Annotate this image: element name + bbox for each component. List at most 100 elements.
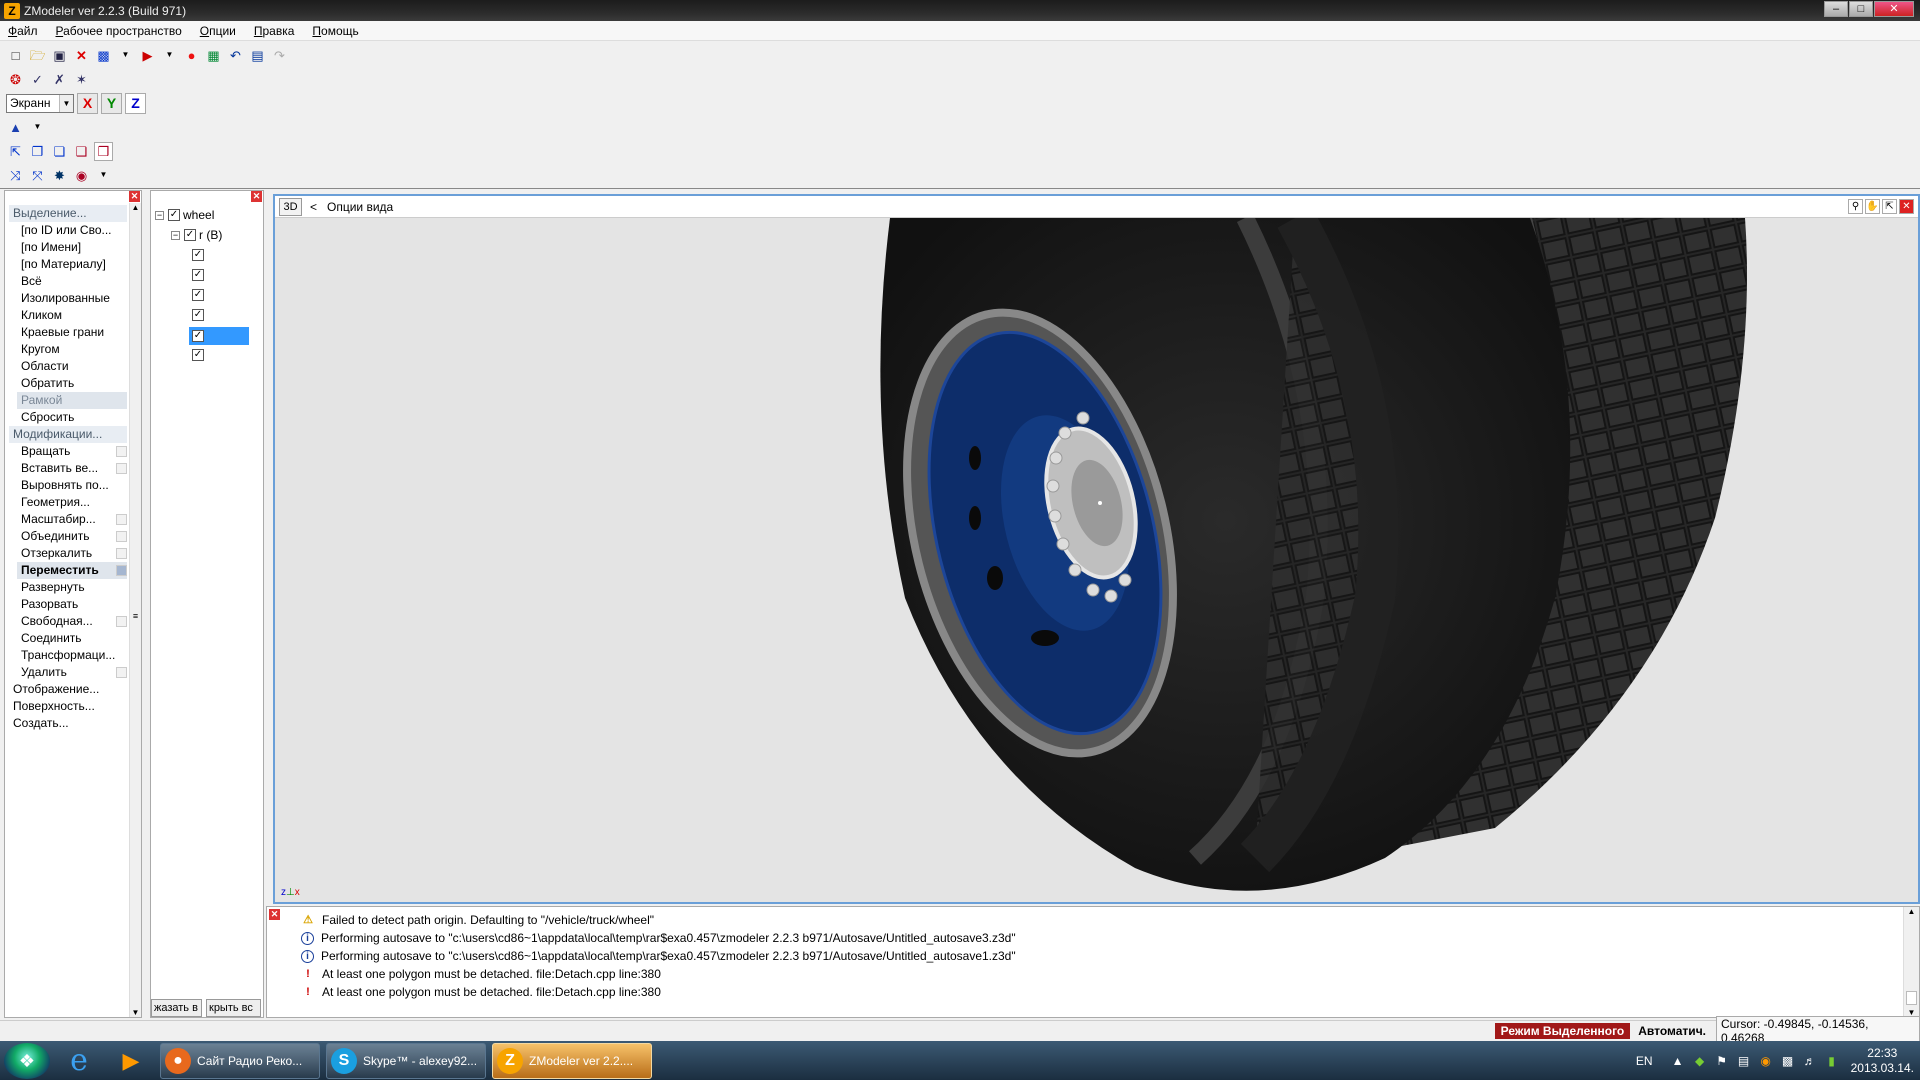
media-player-icon[interactable]: ▶ <box>108 1043 154 1079</box>
menu-workspace[interactable]: Рабочее пространство <box>56 24 182 38</box>
command-item[interactable]: Свободная... <box>7 613 127 630</box>
tree-leaf[interactable]: ✓ <box>189 327 249 345</box>
command-item[interactable]: Масштабир... <box>7 511 127 528</box>
export-icon[interactable]: ▶ <box>138 46 157 65</box>
undo-icon[interactable]: ↶ <box>226 46 245 65</box>
menu-edit[interactable]: Правка <box>254 24 295 38</box>
command-item[interactable]: Сбросить <box>7 409 127 426</box>
windows-start-icon[interactable]: ❖ <box>4 1042 50 1079</box>
new-file-icon[interactable]: □ <box>6 46 25 65</box>
scroll-up-icon[interactable]: ▲ <box>1904 907 1919 916</box>
command-item[interactable]: Выделение... <box>9 205 127 222</box>
hide-all-button[interactable]: крыть вс <box>206 999 261 1017</box>
menu-file[interactable]: Файл <box>8 24 38 38</box>
menu-options[interactable]: Опции <box>200 24 236 38</box>
tree-leaf[interactable]: ✓ <box>189 287 249 303</box>
scroll-down-icon[interactable]: ▼ <box>130 1008 141 1017</box>
dropdown-icon[interactable]: ▼ <box>94 166 113 185</box>
selection-mode-badge[interactable]: Режим Выделенного <box>1494 1023 1631 1039</box>
command-item[interactable]: Отзеркалить <box>7 545 127 562</box>
command-item[interactable]: Области <box>7 358 127 375</box>
checkbox-icon[interactable]: ✓ <box>192 309 204 321</box>
view-mode-button[interactable]: 3D <box>279 197 302 216</box>
flag-icon[interactable]: ⚑ <box>1715 1054 1729 1068</box>
tree-node-child[interactable]: − ✓ r (B) <box>171 227 222 243</box>
view-options-link[interactable]: Опции вида <box>327 200 393 214</box>
command-item[interactable]: Кругом <box>7 341 127 358</box>
magnet-icon[interactable]: ❂ <box>6 70 25 89</box>
show-hidden-icons-icon[interactable]: ▲ <box>1671 1054 1685 1068</box>
log-line[interactable]: ! At least one polygon must be detached. … <box>301 965 1016 983</box>
axis-y-toggle[interactable]: Y <box>101 92 122 114</box>
select-tool-icon[interactable]: ⤨ <box>6 166 25 185</box>
command-item[interactable]: [по ID или Сво... <box>7 222 127 239</box>
checkbox-icon[interactable]: ✓ <box>192 289 204 301</box>
coordinate-system-select[interactable]: Экранн ▼ <box>6 93 74 113</box>
snap-edge-icon[interactable]: ✗ <box>50 70 69 89</box>
dropdown-icon[interactable]: ▼ <box>116 46 135 65</box>
nvidia-icon[interactable]: ◆ <box>1693 1054 1707 1068</box>
pan-hand-icon[interactable]: ✋ <box>1865 199 1880 214</box>
commands-scrollbar[interactable]: ▲ ≡ ▼ <box>129 203 141 1017</box>
command-item[interactable]: Трансформаци... <box>7 647 127 664</box>
object-mode-icon[interactable]: ❑ <box>72 142 91 161</box>
clock[interactable]: 22:33 2013.03.14. <box>1851 1046 1914 1076</box>
record-icon[interactable]: ● <box>182 46 201 65</box>
checkbox-icon[interactable]: ✓ <box>168 209 180 221</box>
save-icon[interactable]: ▣ <box>50 46 69 65</box>
scroll-thumb[interactable]: ≡ <box>130 611 141 621</box>
dropdown-icon[interactable]: ▼ <box>160 46 179 65</box>
scroll-thumb[interactable] <box>1906 991 1917 1005</box>
language-indicator[interactable]: EN <box>1636 1054 1653 1068</box>
checkbox-icon[interactable]: ✓ <box>192 330 204 342</box>
command-item[interactable]: Удалить <box>7 664 127 681</box>
command-item[interactable]: Модификации... <box>9 426 127 443</box>
options-icon[interactable] <box>116 667 127 678</box>
delete-icon[interactable]: ✕ <box>72 46 91 65</box>
command-item[interactable]: Вращать <box>7 443 127 460</box>
grid-icon[interactable]: ▦ <box>204 46 223 65</box>
network-icon[interactable]: ▩ <box>1781 1054 1795 1068</box>
document-icon[interactable]: ▤ <box>248 46 267 65</box>
log-line[interactable]: i Performing autosave to "c:\users\cd86~1… <box>301 947 1016 965</box>
face-mode-icon[interactable]: ❏ <box>50 142 69 161</box>
command-item[interactable]: [по Имени] <box>7 239 127 256</box>
options-icon[interactable] <box>116 565 127 576</box>
scroll-up-icon[interactable]: ▲ <box>130 203 141 212</box>
open-folder-icon[interactable]: 🗁 <box>28 46 47 65</box>
command-item[interactable]: Создать... <box>9 715 127 732</box>
command-item[interactable]: Отображение... <box>9 681 127 698</box>
tree-leaf[interactable]: ✓ <box>189 307 249 323</box>
close-icon[interactable]: ✕ <box>251 191 262 202</box>
options-icon[interactable] <box>116 548 127 559</box>
command-item[interactable]: Кликом <box>7 307 127 324</box>
volume-icon[interactable]: ♬ <box>1803 1054 1817 1068</box>
log-scrollbar[interactable]: ▲ ▼ <box>1903 907 1919 1017</box>
options-icon[interactable] <box>116 616 127 627</box>
options-icon[interactable] <box>116 463 127 474</box>
minimize-button[interactable]: – <box>1824 1 1848 17</box>
dropdown-icon[interactable]: ▼ <box>28 118 47 137</box>
tree-node-root[interactable]: − ✓ wheel <box>155 207 214 223</box>
shading-icon[interactable]: ▲ <box>6 118 25 137</box>
command-item[interactable]: Краевые грани <box>7 324 127 341</box>
tree-leaf[interactable]: ✓ <box>189 247 249 263</box>
command-item[interactable]: Геометрия... <box>7 494 127 511</box>
show-all-button[interactable]: жазать в <box>151 999 202 1017</box>
log-line[interactable]: i Performing autosave to "c:\users\cd86~1… <box>301 929 1016 947</box>
checkbox-icon[interactable]: ✓ <box>192 249 204 261</box>
snap-vertex-icon[interactable]: ✓ <box>28 70 47 89</box>
tree-leaf[interactable]: ✓ <box>189 347 249 363</box>
viewport-3d[interactable]: 3D < Опции вида ⚲ ✋ ⇱ ✕ z⊥x <box>273 194 1920 904</box>
taskbar-button[interactable]: Z ZModeler ver 2.2.... <box>492 1042 652 1079</box>
close-button[interactable]: ✕ <box>1874 1 1914 17</box>
zoom-icon[interactable]: ⚲ <box>1848 199 1863 214</box>
edge-mode-icon[interactable]: ❐ <box>28 142 47 161</box>
taskbar-button[interactable]: ● Сайт Радио Реко... <box>160 1042 320 1079</box>
battery-icon[interactable]: ▮ <box>1825 1054 1839 1068</box>
maximize-viewport-icon[interactable]: ⇱ <box>1882 199 1897 214</box>
collapse-icon[interactable]: − <box>171 230 180 240</box>
command-item[interactable]: Обратить <box>7 375 127 392</box>
update-icon[interactable]: ◉ <box>1759 1054 1773 1068</box>
redo-icon[interactable]: ↷ <box>270 46 289 65</box>
